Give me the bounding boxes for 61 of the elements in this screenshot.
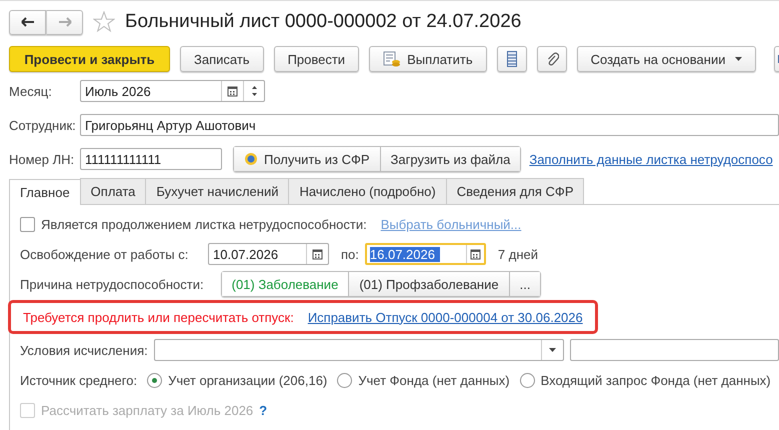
- checkbox[interactable]: [20, 216, 35, 232]
- employee-field[interactable]: Григорьянц Артур Ашотович: [80, 114, 779, 136]
- toolbar-button[interactable]: Записать: [180, 46, 264, 72]
- fill-data-link[interactable]: Заполнить данные листка нетрудоспосо: [529, 152, 773, 166]
- field-label: по:: [341, 246, 359, 262]
- checkbox-label: Является продолжением листка нетрудоспособности:: [41, 216, 367, 232]
- tab[interactable]: Сведения для СФР: [446, 178, 584, 204]
- right-arrow-icon: [58, 17, 72, 27]
- field-label: Источник среднего:: [20, 372, 138, 388]
- attach-button[interactable]: [536, 46, 567, 72]
- caret-icon: [735, 57, 742, 61]
- text-field[interactable]: [570, 339, 779, 361]
- more-button[interactable]: ...: [508, 272, 540, 296]
- get-from-sfr-button[interactable]: Получить из СФР: [234, 147, 380, 171]
- date-field[interactable]: 16.07.2026: [364, 243, 486, 265]
- star-icon: [93, 11, 115, 33]
- reason-option[interactable]: (01) Заболевание: [222, 272, 348, 296]
- favorite-star-button[interactable]: [93, 11, 115, 33]
- radio-button[interactable]: [147, 372, 162, 388]
- tab[interactable]: Начислено (подробно): [288, 178, 447, 204]
- tab[interactable]: Бухучет начислений: [145, 178, 290, 204]
- field-label: Причина нетрудоспособности:: [20, 276, 204, 292]
- field-label: Условия исчисления:: [20, 342, 148, 358]
- down-caret-icon: [252, 93, 256, 96]
- caret-icon: [548, 348, 556, 352]
- back-button[interactable]: [9, 10, 46, 34]
- field-label: Номер ЛН:: [9, 152, 76, 166]
- list-icon: [506, 51, 517, 67]
- radio-button[interactable]: [337, 372, 352, 388]
- radio-button[interactable]: [520, 372, 535, 388]
- post-and-close-button[interactable]: Провести и закрыть: [9, 46, 170, 72]
- calendar-icon: [470, 248, 481, 260]
- window-title: Больничный лист 0000-000002 от 24.07.2026: [125, 11, 522, 33]
- fix-vacation-link[interactable]: Исправить Отпуск 0000-000004 от 30.06.2026: [308, 310, 583, 324]
- radio-label: Входящий запрос Фонда (нет данных): [540, 372, 771, 388]
- list-button[interactable]: [496, 46, 527, 72]
- checkbox-label: Рассчитать зарплату за Июль 2026: [41, 402, 254, 418]
- document-coins-icon: [383, 51, 402, 67]
- field-label: Месяц:: [9, 84, 53, 98]
- left-arrow-icon: [20, 17, 34, 27]
- reason-option[interactable]: (01) Профзаболевание: [348, 272, 509, 296]
- date-field[interactable]: 10.07.2026: [208, 243, 329, 265]
- calendar-icon: [312, 248, 323, 260]
- field-label: Освобождение от работы с:: [20, 246, 190, 262]
- toolbar-button[interactable]: Провести: [274, 46, 360, 72]
- radio-label: Учет организации (206,16): [168, 372, 328, 388]
- radio-label: Учет Фонда (нет данных): [358, 372, 510, 388]
- month-field[interactable]: Июль 2026: [80, 80, 265, 102]
- sick-leave-number-field[interactable]: 111111111111: [80, 148, 222, 170]
- field-label: Сотрудник:: [9, 118, 77, 132]
- emblem-icon: [244, 152, 258, 166]
- days-count: 7 дней: [498, 246, 538, 262]
- warning-text: Требуется продлить или пересчитать отпуск:: [23, 310, 294, 324]
- up-caret-icon: [252, 86, 256, 89]
- load-from-file-button[interactable]: Загрузить из файла: [380, 147, 520, 171]
- toolbar-button[interactable]: Выплатить: [369, 46, 487, 72]
- calendar-icon: [227, 85, 238, 97]
- tab[interactable]: Оплата: [80, 178, 146, 204]
- conditions-dropdown[interactable]: [154, 339, 564, 361]
- create-based-on-button[interactable]: Создать на основании: [576, 46, 756, 72]
- tab[interactable]: Главное: [9, 179, 81, 205]
